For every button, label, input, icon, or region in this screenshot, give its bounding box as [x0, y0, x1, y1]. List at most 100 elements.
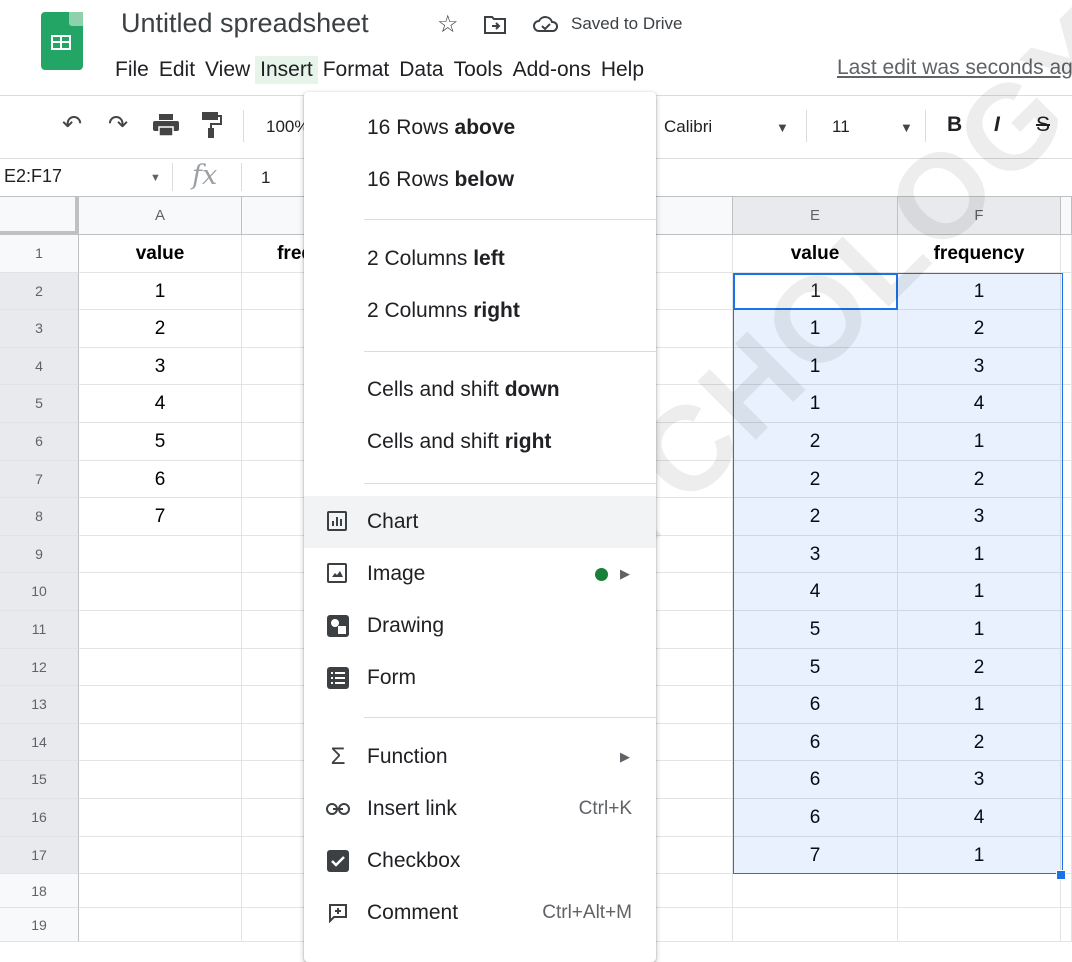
- menu-view[interactable]: View: [200, 56, 255, 84]
- row-header-8[interactable]: 8: [0, 498, 79, 536]
- font-dropdown-icon[interactable]: ▼: [776, 120, 789, 135]
- cell[interactable]: 5: [79, 423, 242, 461]
- menu-item-columns-right[interactable]: 2 Columns right: [304, 285, 656, 337]
- name-box-dropdown-icon[interactable]: ▼: [150, 172, 161, 184]
- cell[interactable]: 2: [79, 310, 242, 348]
- formula-input[interactable]: 1: [261, 168, 270, 188]
- row-header-19[interactable]: 19: [0, 908, 79, 943]
- menu-item-comment[interactable]: Comment Ctrl+Alt+M: [304, 887, 656, 939]
- row-header-2[interactable]: 2: [0, 272, 79, 311]
- row-header-14[interactable]: 14: [0, 723, 79, 762]
- saved-status: Saved to Drive: [571, 14, 683, 33]
- empty-cell[interactable]: [79, 686, 242, 724]
- empty-cell[interactable]: [898, 874, 1061, 909]
- move-to-folder-icon[interactable]: [484, 13, 506, 41]
- empty-cell[interactable]: [1061, 908, 1072, 943]
- menu-help[interactable]: Help: [596, 56, 649, 84]
- font-size-select[interactable]: 11: [832, 117, 850, 137]
- cell[interactable]: 6: [79, 460, 242, 499]
- print-icon[interactable]: [153, 114, 179, 143]
- paint-format-icon[interactable]: [200, 112, 222, 145]
- row-header-15[interactable]: 15: [0, 761, 79, 799]
- row-header-17[interactable]: 17: [0, 836, 79, 875]
- empty-cell[interactable]: [733, 874, 898, 909]
- zoom-select[interactable]: 100%: [266, 117, 309, 137]
- empty-cell[interactable]: [79, 611, 242, 649]
- row-header-5[interactable]: 5: [0, 385, 79, 423]
- row-header-4[interactable]: 4: [0, 347, 79, 386]
- empty-cell[interactable]: [733, 908, 898, 943]
- menu-item-chart[interactable]: Chart: [304, 496, 656, 548]
- formula-separator: [172, 163, 173, 191]
- font-select[interactable]: Calibri: [664, 117, 712, 137]
- sheets-logo-icon[interactable]: [41, 12, 83, 70]
- document-title[interactable]: Untitled spreadsheet: [121, 8, 369, 39]
- menu-tools[interactable]: Tools: [449, 56, 508, 84]
- row-header-16[interactable]: 16: [0, 799, 79, 837]
- redo-icon[interactable]: ↷: [108, 110, 128, 139]
- empty-cell[interactable]: [79, 535, 242, 574]
- menu-edit[interactable]: Edit: [154, 56, 200, 84]
- cell[interactable]: 3: [79, 347, 242, 386]
- column-header-a[interactable]: A: [79, 197, 242, 235]
- empty-cell[interactable]: [79, 874, 242, 909]
- row-header-13[interactable]: 13: [0, 686, 79, 724]
- row-header-3[interactable]: 3: [0, 310, 79, 348]
- undo-icon[interactable]: ↶: [62, 110, 82, 139]
- row-header-12[interactable]: 12: [0, 648, 79, 687]
- menu-divider: [364, 717, 656, 718]
- menu-format[interactable]: Format: [318, 56, 395, 84]
- menu-item-rows-above[interactable]: 16 Rows above: [304, 102, 656, 154]
- cloud-saved-icon[interactable]: [533, 13, 559, 41]
- empty-cell[interactable]: [79, 799, 242, 837]
- menu-item-function[interactable]: Σ Function ▶: [304, 731, 656, 783]
- menu-divider: [364, 351, 656, 352]
- chart-icon: [327, 511, 347, 531]
- menu-bar: File Edit View Insert Format Data Tools …: [110, 56, 649, 84]
- row-header-7[interactable]: 7: [0, 460, 79, 499]
- star-icon[interactable]: ☆: [437, 10, 459, 39]
- menu-add-ons[interactable]: Add-ons: [508, 56, 596, 84]
- drawing-icon: [327, 615, 349, 637]
- row-header-18[interactable]: 18: [0, 874, 79, 909]
- image-icon: [327, 563, 347, 583]
- empty-cell[interactable]: [79, 836, 242, 875]
- empty-cell[interactable]: [79, 908, 242, 943]
- menu-item-insert-link[interactable]: Insert link Ctrl+K: [304, 783, 656, 835]
- empty-cell[interactable]: [79, 573, 242, 611]
- empty-cell[interactable]: [898, 908, 1061, 943]
- empty-cell[interactable]: [79, 723, 242, 762]
- toolbar-separator: [806, 110, 807, 142]
- menu-item-image[interactable]: Image ▶: [304, 548, 656, 600]
- menu-item-form[interactable]: Form: [304, 652, 656, 704]
- fill-handle[interactable]: [1056, 870, 1066, 881]
- cell[interactable]: value: [79, 235, 242, 273]
- menu-item-cells-shift-down[interactable]: Cells and shift down: [304, 364, 656, 416]
- menu-item-columns-left[interactable]: 2 Columns left: [304, 233, 656, 285]
- link-icon: [326, 797, 350, 821]
- empty-cell[interactable]: [79, 761, 242, 799]
- row-header-6[interactable]: 6: [0, 423, 79, 461]
- menu-item-drawing[interactable]: Drawing: [304, 600, 656, 652]
- select-all-corner[interactable]: [0, 197, 79, 235]
- new-feature-dot: [595, 568, 608, 581]
- empty-cell[interactable]: [1061, 235, 1072, 273]
- sigma-icon: Σ: [330, 743, 346, 770]
- row-header-9[interactable]: 9: [0, 535, 79, 574]
- row-header-11[interactable]: 11: [0, 611, 79, 649]
- empty-cell[interactable]: [79, 648, 242, 687]
- row-header-1[interactable]: 1: [0, 235, 79, 273]
- menu-file[interactable]: File: [110, 56, 154, 84]
- column-header-g[interactable]: [1061, 197, 1072, 235]
- cell[interactable]: 7: [79, 498, 242, 536]
- cell[interactable]: 4: [79, 385, 242, 423]
- menu-item-cells-shift-right[interactable]: Cells and shift right: [304, 416, 656, 468]
- shortcut-label: Ctrl+K: [578, 798, 632, 819]
- row-header-10[interactable]: 10: [0, 573, 79, 611]
- menu-data[interactable]: Data: [394, 56, 448, 84]
- name-box[interactable]: E2:F17: [4, 166, 62, 187]
- menu-item-rows-below[interactable]: 16 Rows below: [304, 154, 656, 206]
- menu-insert[interactable]: Insert: [255, 56, 318, 84]
- cell[interactable]: 1: [79, 272, 242, 311]
- menu-item-checkbox[interactable]: Checkbox: [304, 835, 656, 887]
